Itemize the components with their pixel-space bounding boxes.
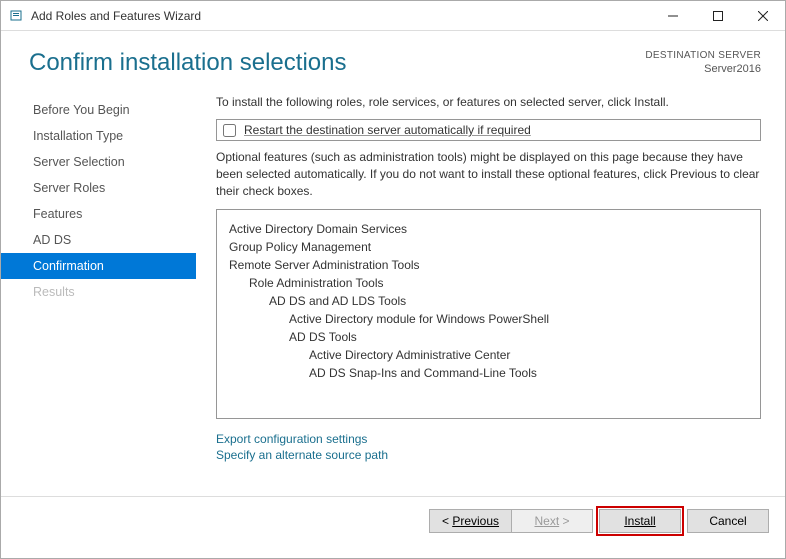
titlebar: Add Roles and Features Wizard [1,1,785,31]
main-area: Before You Begin Installation Type Serve… [1,87,785,496]
step-features[interactable]: Features [1,201,196,227]
install-button[interactable]: Install [599,509,681,533]
tree-item: AD DS Tools [225,328,752,346]
step-installation-type[interactable]: Installation Type [1,123,196,149]
content-panel: To install the following roles, role ser… [196,87,785,496]
window-title: Add Roles and Features Wizard [31,9,650,23]
links-area: Export configuration settings Specify an… [216,431,761,463]
next-label: Next [534,514,559,528]
destination-server-info: DESTINATION SERVER Server2016 [645,49,761,76]
restart-checkbox[interactable] [223,124,236,137]
tree-item: Remote Server Administration Tools [225,256,752,274]
close-button[interactable] [740,1,785,31]
export-config-link[interactable]: Export configuration settings [216,431,761,447]
optional-features-note: Optional features (such as administratio… [216,149,761,199]
tree-item: AD DS Snap-Ins and Command-Line Tools [225,364,752,382]
step-ad-ds[interactable]: AD DS [1,227,196,253]
page-title: Confirm installation selections [29,49,645,77]
previous-button[interactable]: < Previous [429,509,511,533]
restart-checkbox-label[interactable]: Restart the destination server automatic… [244,123,531,137]
step-server-selection[interactable]: Server Selection [1,149,196,175]
step-before-you-begin[interactable]: Before You Begin [1,97,196,123]
minimize-button[interactable] [650,1,695,31]
specify-alt-source-link[interactable]: Specify an alternate source path [216,447,761,463]
tree-item: Group Policy Management [225,238,752,256]
tree-item: Active Directory Domain Services [225,220,752,238]
footer-buttons: < Previous Next > Install Cancel [1,496,785,544]
cancel-button[interactable]: Cancel [687,509,769,533]
prev-next-group: < Previous Next > [429,509,593,533]
step-server-roles[interactable]: Server Roles [1,175,196,201]
intro-text: To install the following roles, role ser… [216,95,761,109]
tree-item: Active Directory module for Windows Powe… [225,310,752,328]
features-tree: Active Directory Domain Services Group P… [216,209,761,419]
restart-checkbox-row[interactable]: Restart the destination server automatic… [216,119,761,141]
step-results: Results [1,279,196,305]
destination-server-name: Server2016 [645,62,761,76]
tree-item: AD DS and AD LDS Tools [225,292,752,310]
app-icon [9,8,25,24]
step-confirmation[interactable]: Confirmation [1,253,196,279]
page-header: Confirm installation selections DESTINAT… [1,31,785,87]
window-controls [650,1,785,31]
wizard-steps-sidebar: Before You Begin Installation Type Serve… [1,87,196,496]
next-button: Next > [511,509,593,533]
tree-item: Role Administration Tools [225,274,752,292]
destination-server-label: DESTINATION SERVER [645,49,761,62]
tree-item: Active Directory Administrative Center [225,346,752,364]
maximize-button[interactable] [695,1,740,31]
